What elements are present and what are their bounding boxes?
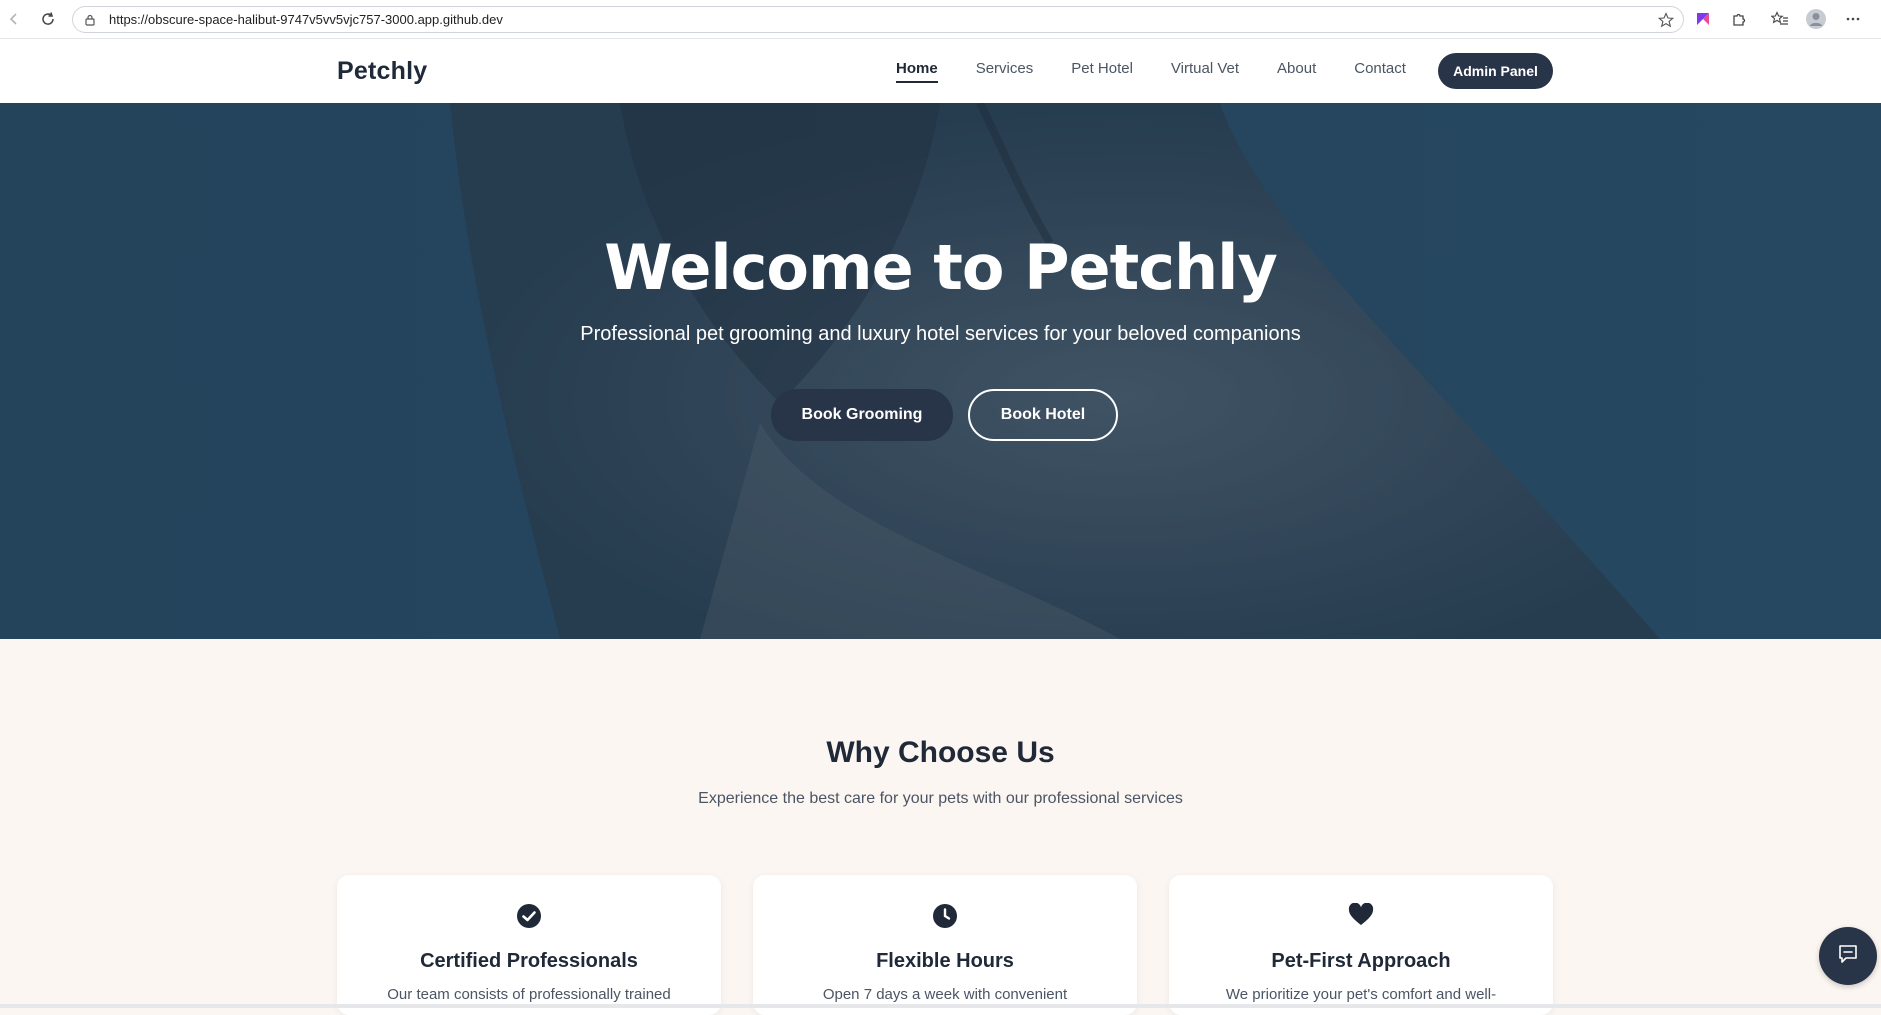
check-circle-icon [337,903,721,929]
profile-avatar-icon[interactable] [1805,8,1827,30]
horizontal-scrollbar[interactable] [0,1004,1881,1008]
admin-panel-button[interactable]: Admin Panel [1438,53,1553,89]
chat-button[interactable] [1819,927,1877,985]
feature-description: Open 7 days a week with convenient [822,986,1068,1003]
hero-background-image [0,103,1881,639]
extension-flag-icon[interactable] [1692,8,1714,30]
feature-title: Flexible Hours [876,950,1014,972]
extensions-puzzle-icon[interactable] [1728,8,1750,30]
site-header: Petchly Home Services Pet Hotel Virtual … [0,39,1881,103]
nav-pet-hotel[interactable]: Pet Hotel [1071,60,1133,83]
hero-title: Welcome to Petchly [604,231,1278,304]
section-title: Why Choose Us [826,736,1055,769]
favorites-list-icon[interactable] [1769,8,1791,30]
nav-about[interactable]: About [1277,60,1316,83]
nav-services[interactable]: Services [976,60,1034,83]
book-grooming-button[interactable]: Book Grooming [771,389,953,441]
url-text: https://obscure-space-halibut-9747v5vv5v… [109,12,503,27]
feature-card: Flexible Hours Open 7 days a week with c… [753,875,1137,1015]
lock-icon [83,13,97,27]
heart-icon [1169,903,1553,927]
feature-title: Certified Professionals [420,950,638,972]
book-hotel-button[interactable]: Book Hotel [968,389,1118,441]
chat-bubble-icon [1837,943,1859,969]
reload-icon[interactable] [38,9,58,29]
back-icon[interactable] [4,9,24,29]
feature-card: Pet-First Approach We prioritize your pe… [1169,875,1553,1015]
more-options-icon[interactable] [1842,8,1864,30]
feature-title: Pet-First Approach [1271,950,1451,972]
address-bar[interactable]: https://obscure-space-halibut-9747v5vv5v… [72,6,1684,33]
nav-contact[interactable]: Contact [1354,60,1406,83]
feature-card: Certified Professionals Our team consist… [337,875,721,1015]
feature-description: Our team consists of professionally trai… [387,986,671,1003]
nav-virtual-vet[interactable]: Virtual Vet [1171,60,1239,83]
main-nav: Home Services Pet Hotel Virtual Vet Abou… [896,60,1444,83]
hero-subtitle: Professional pet grooming and luxury hot… [580,323,1301,345]
site-logo[interactable]: Petchly [337,57,427,86]
nav-home[interactable]: Home [896,60,938,83]
hero-section: Welcome to Petchly Professional pet groo… [0,103,1881,639]
clock-icon [753,903,1137,929]
favorite-star-icon[interactable] [1657,11,1675,29]
section-subtitle: Experience the best care for your pets w… [698,790,1183,807]
browser-toolbar: https://obscure-space-halibut-9747v5vv5v… [0,0,1881,39]
feature-description: We prioritize your pet's comfort and wel… [1225,986,1497,1003]
